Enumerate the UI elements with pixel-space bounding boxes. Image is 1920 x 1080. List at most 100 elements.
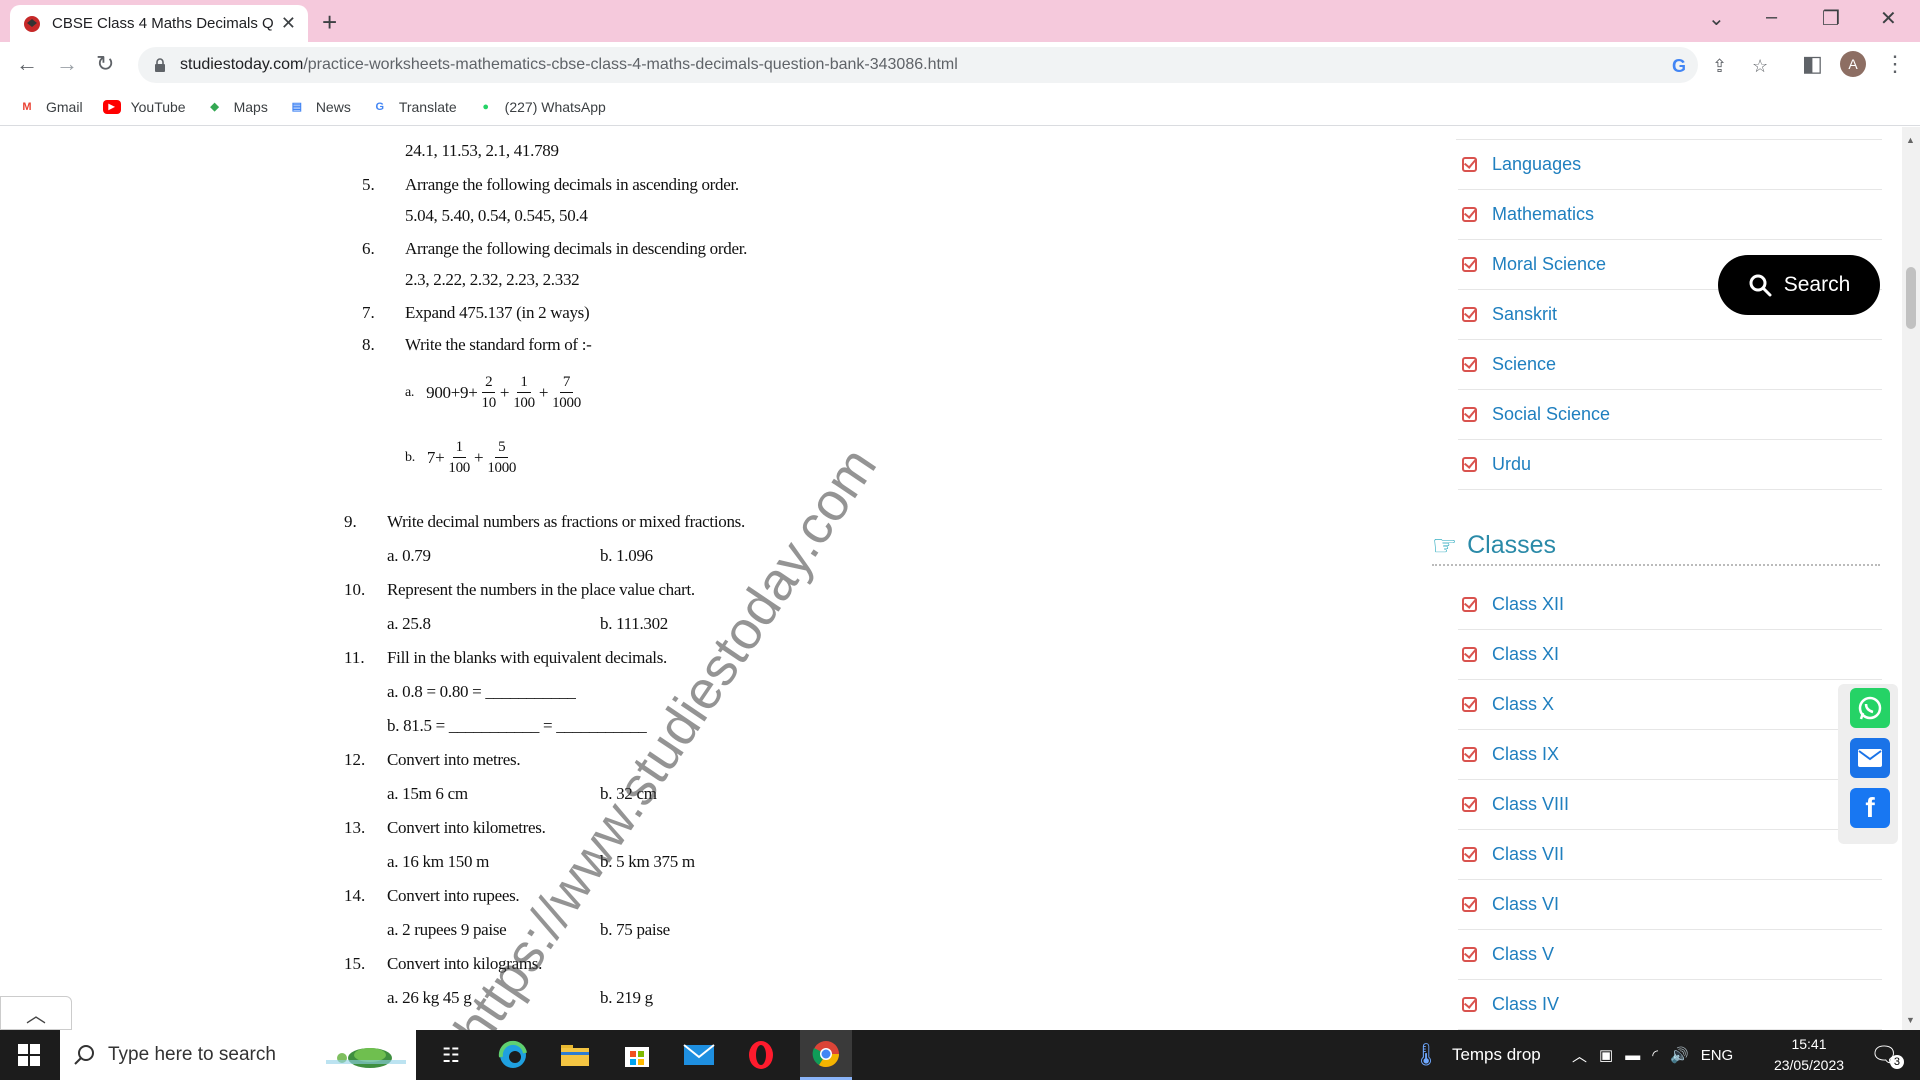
sidebar-item-social-science[interactable]: Social Science: [1458, 390, 1882, 440]
sidebar-item-class-viii[interactable]: Class VIII: [1458, 780, 1882, 830]
page-content: 24.1, 11.53, 2.1, 41.789 5. Arrange the …: [0, 127, 1902, 1030]
chevron-up-icon[interactable]: ︿: [1572, 1045, 1587, 1066]
checkbox-icon: [1462, 997, 1477, 1012]
scroll-up-arrow-icon[interactable]: ▲: [1906, 135, 1915, 145]
device-icon[interactable]: ▣: [1599, 1046, 1613, 1064]
task-view-icon[interactable]: ☷: [434, 1038, 468, 1072]
q4-values: 24.1, 11.53, 2.1, 41.789: [405, 141, 559, 160]
chrome-taskbar-icon[interactable]: [800, 1030, 852, 1080]
checkbox-icon: [1462, 207, 1477, 222]
search-button[interactable]: Search: [1718, 255, 1880, 315]
bookmark-news[interactable]: ▤ News: [288, 99, 351, 115]
profile-avatar[interactable]: A: [1840, 51, 1866, 77]
fraction: 1 100: [448, 439, 471, 476]
facebook-share-icon[interactable]: f: [1850, 788, 1890, 828]
mail-icon[interactable]: [682, 1038, 716, 1072]
sidebar-item-class-xi[interactable]: Class XI: [1458, 630, 1882, 680]
sidebar-item-class-vii[interactable]: Class VII: [1458, 830, 1882, 880]
sidebar-item-class-vi[interactable]: Class VI: [1458, 880, 1882, 930]
sidebar-item-class-xii[interactable]: Class XII: [1458, 580, 1882, 630]
bookmark-translate[interactable]: G Translate: [371, 99, 457, 115]
q6-values: 2.3, 2.22, 2.32, 2.23, 2.332: [405, 270, 580, 289]
q15-text: Convert into kilograms.: [387, 954, 543, 973]
new-tab-button[interactable]: +: [322, 7, 337, 38]
opera-icon[interactable]: [744, 1038, 778, 1072]
whatsapp-share-icon[interactable]: [1850, 688, 1890, 728]
checkbox-icon: [1462, 597, 1477, 612]
q15-number: 15.: [344, 954, 366, 973]
q5-text: Arrange the following decimals in ascend…: [405, 175, 739, 194]
browser-toolbar: ← → ↻ studiestoday.com/practice-workshee…: [0, 42, 1920, 88]
microsoft-store-icon[interactable]: [620, 1038, 654, 1072]
close-tab-icon[interactable]: ✕: [281, 13, 296, 34]
page-scrollbar[interactable]: ▲ ▼: [1902, 127, 1920, 1030]
file-explorer-icon[interactable]: [558, 1038, 592, 1072]
sidebar-item-languages[interactable]: Languages: [1458, 140, 1882, 190]
bookmark-star-icon[interactable]: ☆: [1752, 56, 1768, 77]
q14-number: 14.: [344, 886, 366, 905]
sidebar-item-science[interactable]: Science: [1458, 340, 1882, 390]
q6-number: 6.: [362, 239, 375, 258]
checkbox-icon: [1462, 407, 1477, 422]
fraction: 2 10: [481, 374, 497, 411]
volume-icon[interactable]: 🔊: [1670, 1046, 1689, 1064]
q14-a: a. 2 rupees 9 paise: [387, 920, 507, 939]
forward-arrow-icon[interactable]: →: [56, 51, 78, 77]
notification-center[interactable]: 🗨 3: [1870, 1030, 1904, 1080]
thermometer-icon: 🌡: [1412, 1042, 1440, 1067]
address-bar[interactable]: studiestoday.com/practice-worksheets-mat…: [138, 47, 1768, 83]
google-translate-icon[interactable]: G: [1672, 56, 1686, 77]
q9-number: 9.: [344, 512, 357, 531]
q14-b: b. 75 paise: [600, 920, 670, 939]
q10-text: Represent the numbers in the place value…: [387, 580, 695, 599]
bookmark-maps[interactable]: ◆ Maps: [206, 99, 267, 115]
checkbox-icon: [1462, 257, 1477, 272]
share-icon[interactable]: ⇪: [1712, 56, 1727, 77]
sidebar-item-class-v[interactable]: Class V: [1458, 930, 1882, 980]
weather-widget[interactable]: 🌡 Temps drop: [1412, 1030, 1541, 1080]
search-icon: [1749, 274, 1772, 297]
search-icon: [74, 1045, 94, 1065]
clock[interactable]: 15:41 23/05/2023: [1766, 1034, 1852, 1076]
close-window-button[interactable]: ✕: [1880, 6, 1897, 31]
q15-b: b. 219 g: [600, 988, 653, 1007]
scroll-to-top-button[interactable]: ︿: [0, 996, 72, 1030]
q8b-expression: b. 7+ 1 100 + 5 1000: [405, 437, 520, 478]
email-share-icon[interactable]: [1850, 738, 1890, 778]
q10-number: 10.: [344, 580, 366, 599]
restore-button[interactable]: ❐: [1822, 6, 1840, 31]
back-arrow-icon[interactable]: ←: [16, 51, 38, 77]
input-language[interactable]: ENG: [1701, 1047, 1734, 1064]
fraction: 1 100: [513, 374, 535, 411]
side-panel-icon[interactable]: ◧: [1802, 51, 1823, 77]
minimize-button[interactable]: –: [1766, 6, 1777, 29]
youtube-icon: ▶: [102, 99, 121, 114]
checkbox-icon: [1462, 457, 1477, 472]
sidebar-item-urdu[interactable]: Urdu: [1458, 440, 1882, 490]
fraction: 7 1000: [552, 374, 581, 411]
sidebar-item-class-ix[interactable]: Class IX: [1458, 730, 1882, 780]
sidebar-item-class-x[interactable]: Class X: [1458, 680, 1882, 730]
q12-number: 12.: [344, 750, 366, 769]
battery-icon[interactable]: ▬: [1625, 1047, 1640, 1064]
taskbar-search-box[interactable]: Type here to search: [60, 1030, 416, 1080]
edge-icon[interactable]: [496, 1038, 530, 1072]
wifi-icon[interactable]: ◜: [1652, 1046, 1658, 1064]
sidebar-item-class-iv[interactable]: Class IV: [1458, 980, 1882, 1030]
scrollbar-thumb[interactable]: [1906, 267, 1916, 329]
bookmark-gmail[interactable]: M Gmail: [18, 99, 82, 115]
tab-search-chevron-icon[interactable]: ⌄: [1708, 6, 1725, 31]
reload-icon[interactable]: ↻: [96, 51, 114, 77]
q7-number: 7.: [362, 303, 375, 322]
windows-taskbar: Type here to search ☷ 🌡 Temps drop ︿ ▣ ▬…: [0, 1030, 1920, 1080]
start-button[interactable]: [0, 1030, 58, 1080]
scroll-down-arrow-icon[interactable]: ▼: [1906, 1015, 1915, 1025]
checkbox-icon: [1462, 697, 1477, 712]
bookmark-whatsapp[interactable]: ● (227) WhatsApp: [477, 99, 606, 115]
url-text: studiestoday.com/practice-worksheets-mat…: [180, 56, 958, 73]
sidebar-item-mathematics[interactable]: Mathematics: [1458, 190, 1882, 240]
browser-tab[interactable]: CBSE Class 4 Maths Decimals Qu ✕: [10, 5, 308, 42]
bookmark-youtube[interactable]: ▶ YouTube: [102, 99, 186, 115]
windows-logo-icon: [18, 1044, 40, 1066]
menu-kebab-icon[interactable]: ⋮: [1884, 51, 1906, 77]
